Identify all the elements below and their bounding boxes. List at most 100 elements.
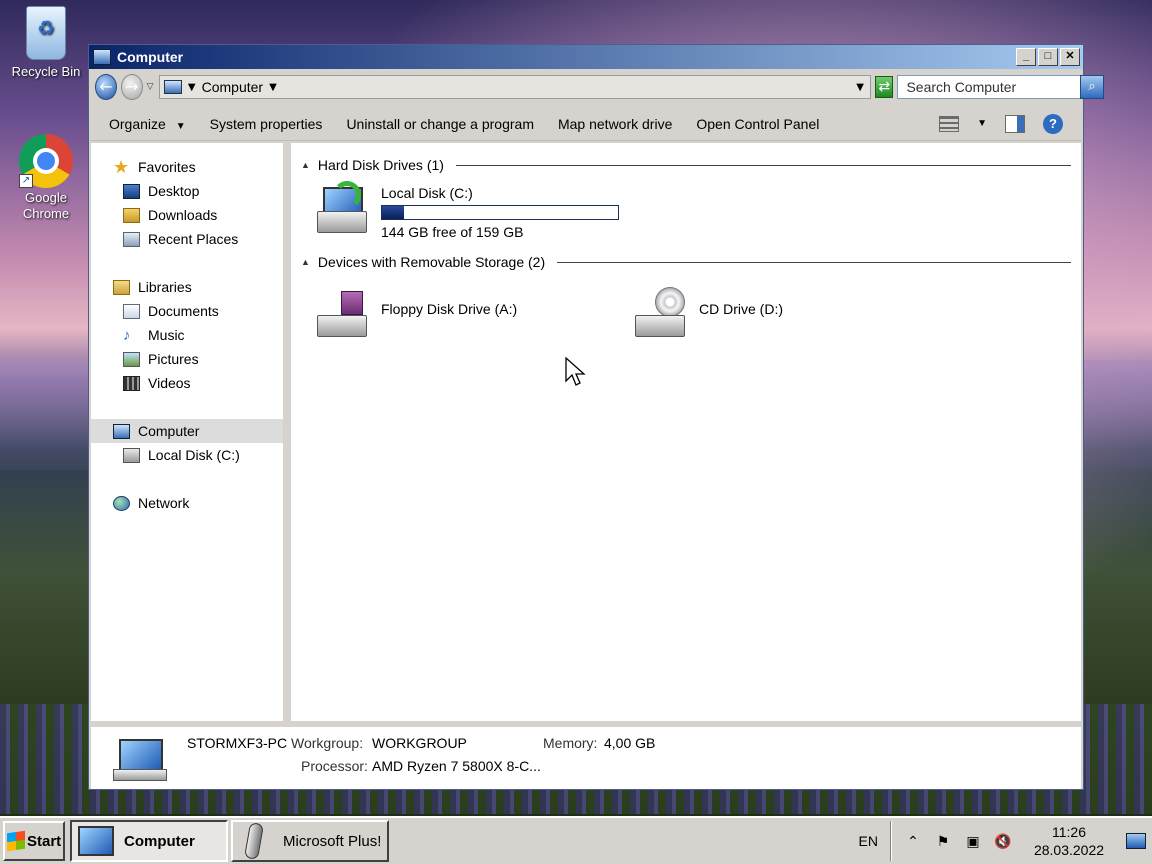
windows-logo-icon: [7, 830, 25, 852]
desktop-icon-google-chrome[interactable]: ↗ Google Chrome: [6, 134, 86, 222]
forward-button[interactable]: →: [120, 74, 143, 100]
start-button[interactable]: Start: [3, 821, 65, 861]
change-view-icon[interactable]: [939, 115, 960, 132]
nav-item-libraries[interactable]: Libraries: [91, 275, 283, 299]
maximize-button[interactable]: □: [1038, 48, 1058, 66]
computer-name: STORMXF3-PC: [187, 735, 288, 751]
group-header-removable-storage[interactable]: ▲ Devices with Removable Storage (2): [301, 252, 1071, 272]
computer-icon: [113, 739, 167, 783]
desktop-icon: [123, 183, 140, 199]
window-title: Computer: [117, 49, 184, 65]
nav-label: Libraries: [138, 279, 192, 295]
nav-label: Videos: [148, 375, 191, 391]
breadcrumb[interactable]: Computer: [202, 79, 263, 95]
nav-item-music[interactable]: ♪ Music: [91, 323, 283, 347]
action-center-flag-icon[interactable]: ⚑: [934, 832, 952, 850]
workgroup-value: WORKGROUP: [372, 735, 467, 751]
address-bar-row: ← → ▽ ▼ Computer ▼ ▼ ⇄ Search Computer ⌕: [91, 71, 1104, 103]
window-titlebar[interactable]: Computer _ □ ✕: [89, 45, 1083, 69]
nav-item-documents[interactable]: Documents: [91, 299, 283, 323]
taskbar-item-computer[interactable]: Computer: [70, 820, 228, 862]
group-title: Hard Disk Drives (1): [317, 157, 444, 173]
capacity-bar: [381, 205, 619, 220]
recent-pages-dropdown-icon[interactable]: ▽: [147, 82, 155, 92]
nav-item-videos[interactable]: Videos: [91, 371, 283, 395]
preview-pane-icon[interactable]: [1005, 114, 1025, 133]
drive-floppy-a[interactable]: Floppy Disk Drive (A:): [315, 287, 517, 339]
search-input[interactable]: Search Computer ⌕: [897, 75, 1104, 99]
system-tray: EN ⌃ ⚑ ▣ 🔇 11:26 28.03.2022: [859, 821, 1152, 861]
volume-muted-icon[interactable]: 🔇: [994, 832, 1012, 850]
tray-divider: [890, 821, 892, 861]
drive-cd-d[interactable]: CD Drive (D:): [633, 287, 783, 339]
system-properties-button[interactable]: System properties: [210, 116, 323, 132]
music-icon: ♪: [123, 326, 131, 344]
open-control-panel-button[interactable]: Open Control Panel: [696, 116, 819, 132]
network-icon: [113, 495, 130, 511]
microsoft-plus-icon: [243, 822, 265, 860]
network-status-icon[interactable]: ▣: [964, 832, 982, 850]
drive-name: Local Disk (C:): [381, 185, 473, 201]
task-label: Computer: [124, 832, 195, 850]
nav-item-local-disk[interactable]: Local Disk (C:): [91, 443, 283, 467]
close-button[interactable]: ✕: [1060, 48, 1080, 66]
organize-button[interactable]: Organize ▼: [109, 116, 186, 132]
nav-item-pictures[interactable]: Pictures: [91, 347, 283, 371]
drive-local-disk-c[interactable]: Local Disk (C:) 144 GB free of 159 GB: [315, 181, 619, 240]
desktop-icon-label: Recycle Bin: [11, 64, 81, 79]
collapse-triangle-icon[interactable]: ▲: [301, 257, 310, 267]
processor-value: AMD Ryzen 7 5800X 8-C...: [372, 758, 541, 774]
address-field[interactable]: ▼ Computer ▼ ▼: [158, 75, 871, 99]
search-icon[interactable]: ⌕: [1080, 75, 1104, 99]
taskbar: Start Computer Microsoft Plus! EN ⌃ ⚑ ▣ …: [0, 816, 1152, 864]
nav-label: Local Disk (C:): [148, 447, 240, 463]
map-network-drive-button[interactable]: Map network drive: [558, 116, 672, 132]
refresh-button[interactable]: ⇄: [874, 76, 894, 98]
capacity-bar-fill: [382, 206, 405, 219]
view-options-dropdown-icon[interactable]: ▼: [977, 118, 987, 129]
group-divider: [557, 261, 1071, 263]
local-disk-icon: [123, 447, 140, 463]
pictures-icon: [123, 351, 140, 367]
collapse-triangle-icon[interactable]: ▲: [301, 160, 310, 170]
language-indicator[interactable]: EN: [859, 833, 878, 849]
group-divider: [455, 164, 1071, 166]
nav-item-computer[interactable]: Computer: [91, 419, 283, 443]
show-hidden-icons-icon[interactable]: ⌃: [904, 832, 922, 850]
videos-icon: [123, 375, 140, 391]
clock-date: 28.03.2022: [1033, 842, 1105, 858]
chevron-down-icon[interactable]: ▼: [269, 82, 277, 93]
computer-icon: [93, 49, 111, 65]
documents-icon: [123, 303, 140, 319]
group-header-hard-disk-drives[interactable]: ▲ Hard Disk Drives (1): [301, 155, 1071, 175]
floppy-drive-icon: [315, 287, 369, 339]
details-pane: STORMXF3-PC Workgroup: WORKGROUP Memory:…: [91, 723, 1081, 789]
nav-item-desktop[interactable]: Desktop: [91, 179, 283, 203]
minimize-button[interactable]: _: [1016, 48, 1036, 66]
nav-item-recent-places[interactable]: Recent Places: [91, 227, 283, 251]
local-disk-icon: [315, 181, 369, 235]
uninstall-program-button[interactable]: Uninstall or change a program: [346, 116, 534, 132]
navigation-pane: ★ Favorites Desktop Downloads Recent Pla…: [91, 143, 287, 721]
nav-label: Favorites: [138, 159, 196, 175]
cd-drive-icon: [633, 287, 687, 339]
chevron-down-icon: ▼: [175, 120, 186, 132]
help-icon[interactable]: ?: [1043, 113, 1063, 134]
content-pane: ▲ Hard Disk Drives (1) Local Disk (C:) 1…: [291, 143, 1081, 721]
nav-item-network[interactable]: Network: [91, 491, 283, 515]
nav-label: Network: [138, 495, 190, 511]
nav-item-favorites[interactable]: ★ Favorites: [91, 155, 283, 179]
clock-time: 11:26: [1052, 824, 1086, 840]
breadcrumb-chevron-icon[interactable]: ▼: [188, 82, 196, 93]
show-desktop-icon[interactable]: [1126, 833, 1146, 849]
task-label: Microsoft Plus!: [283, 832, 382, 850]
nav-item-downloads[interactable]: Downloads: [91, 203, 283, 227]
taskbar-item-microsoft-plus[interactable]: Microsoft Plus!: [231, 820, 389, 862]
desktop-icon-recycle-bin[interactable]: Recycle Bin: [6, 6, 86, 80]
computer-icon: [78, 826, 114, 856]
command-bar: Organize ▼ System properties Uninstall o…: [91, 107, 1081, 141]
workgroup-label: Workgroup:: [291, 735, 364, 751]
address-history-dropdown-icon[interactable]: ▼: [856, 82, 864, 93]
clock[interactable]: 11:26 28.03.2022: [1024, 823, 1114, 859]
back-button[interactable]: ←: [95, 74, 117, 100]
